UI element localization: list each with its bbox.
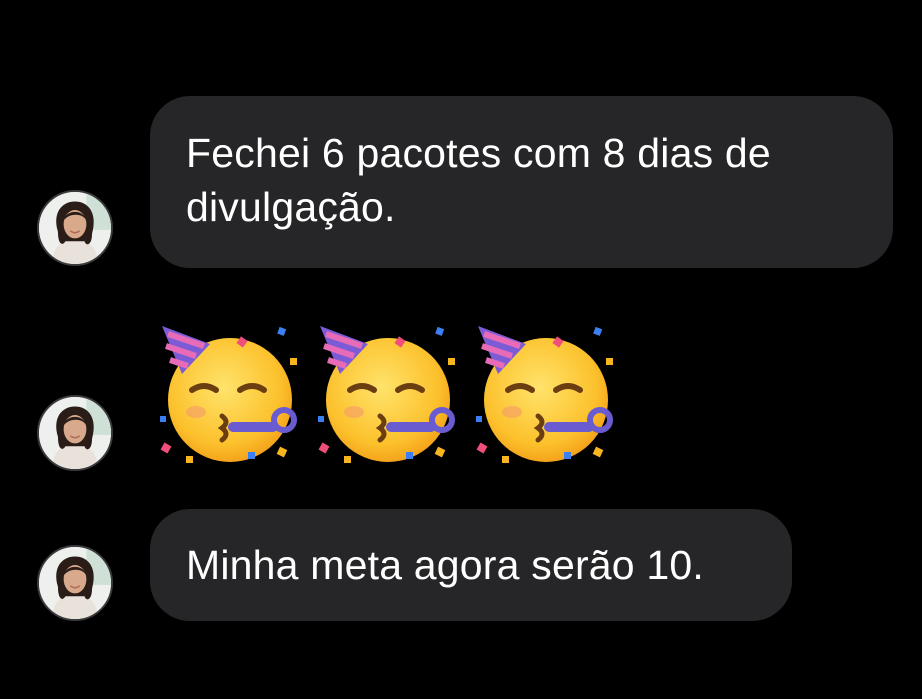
sender-avatar[interactable]: [37, 190, 113, 266]
message-bubble[interactable]: Fechei 6 pacotes com 8 dias de divulgaçã…: [150, 96, 893, 268]
message-text: Minha meta agora serão 10.: [186, 542, 705, 588]
sender-avatar[interactable]: [37, 395, 113, 471]
avatar-image: [39, 192, 111, 264]
sender-avatar[interactable]: [37, 545, 113, 621]
partying-face-icon: [468, 316, 620, 466]
partying-face-icon: [310, 316, 462, 466]
avatar-image: [39, 547, 111, 619]
message-bubble[interactable]: Minha meta agora serão 10.: [150, 509, 792, 621]
avatar-image: [39, 397, 111, 469]
emoji-message[interactable]: [152, 316, 620, 466]
partying-face-icon: [152, 316, 304, 466]
message-text: Fechei 6 pacotes com 8 dias de divulgaçã…: [186, 130, 771, 230]
